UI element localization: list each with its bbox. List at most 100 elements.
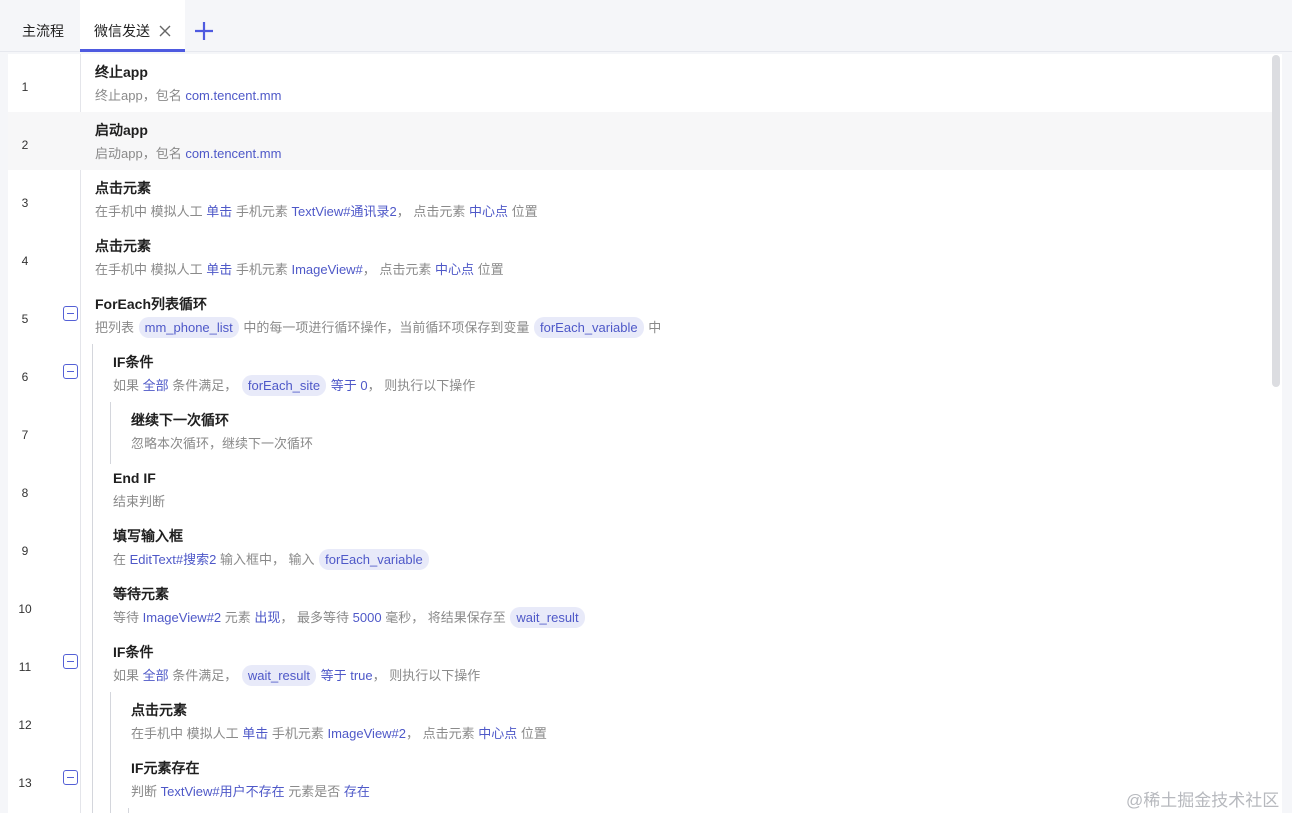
step-description: 在手机中 模拟人工 单击 手机元素 ImageView#， 点击元素 中心点 位…: [95, 258, 504, 282]
step-row[interactable]: 1 终止app 终止app，包名 com.tencent.mm: [8, 54, 1272, 112]
desc-text: 位置: [474, 262, 504, 277]
desc-text: ， 最多等待: [280, 610, 353, 625]
keyword-text: ImageView#: [291, 262, 363, 277]
desc-text: 中: [644, 320, 662, 335]
step-row[interactable]: 6 IF条件 如果 全部 条件满足， forEach_site 等于 0， 则执行以…: [8, 344, 1272, 402]
desc-text: ， 则执行以下操作: [367, 378, 476, 393]
line-number: 7: [21, 428, 29, 442]
step-title: 继续下一次循环: [131, 412, 229, 428]
collapse-icon[interactable]: [63, 770, 78, 785]
keyword-text: 中心点: [468, 204, 508, 219]
step-description: 在手机中 模拟人工 单击 手机元素 TextView#通讯录2， 点击元素 中心…: [95, 200, 538, 224]
desc-text: ， 点击元素: [396, 204, 469, 219]
step-row[interactable]: 9 填写输入框在 EditText#搜索2 输入框中， 输入 forEach_va…: [8, 518, 1272, 576]
desc-text: ， 点击元素: [362, 262, 436, 277]
step-row[interactable]: 7 继续下一次循环忽略本次循环，继续下一次循环: [8, 402, 1272, 460]
step-title: 填写输入框: [113, 528, 183, 544]
tab-label: 微信发送: [94, 23, 150, 39]
line-number: 5: [21, 312, 29, 326]
step-title: IF条件: [113, 644, 154, 660]
desc-text: 等待: [113, 610, 143, 625]
step-row[interactable]: 5 ForEach列表循环把列表 mm_phone_list 中的每一项进行循环操…: [8, 286, 1272, 344]
step-row[interactable]: 13 IF元素存在 判断 TextView#用户不存在 元素是否 存在: [8, 750, 1272, 808]
keyword-text: 单击: [206, 262, 233, 277]
flow-editor: 1 终止app 终止app，包名 com.tencent.mm 2 启动app 启动app…: [8, 54, 1282, 813]
step-title: 点击元素: [131, 702, 187, 718]
step-description: 启动app，包名 com.tencent.mm: [95, 142, 281, 166]
desc-text: 结束判断: [113, 494, 166, 509]
desc-text: 在手机中 模拟人工: [95, 204, 207, 219]
step-row[interactable]: 10 等待元素 等待 ImageView#2 元素 出现， 最多等待 5000 毫秒…: [8, 576, 1272, 634]
plus-icon[interactable]: [193, 20, 215, 42]
keyword-text: 等于 true: [317, 668, 373, 683]
step-content: 启动app 启动app，包名 com.tencent.mm: [95, 120, 281, 166]
step-row[interactable]: 8 End IF 结束判断: [8, 460, 1272, 518]
line-number: 13: [18, 776, 32, 790]
step-content: 继续下一次循环忽略本次循环，继续下一次循环: [131, 410, 313, 456]
step-title: 终止app: [95, 64, 148, 80]
step-description: 在 EditText#搜索2 输入框中， 输入 forEach_variable: [113, 548, 430, 572]
step-title: 启动app: [95, 122, 148, 138]
variable-chip[interactable]: mm_phone_list: [138, 317, 239, 338]
tab-wechat-send[interactable]: 微信发送: [80, 0, 185, 52]
vertical-scrollbar[interactable]: [1272, 55, 1280, 387]
step-content: 点击元素 在手机中 模拟人工 单击 手机元素 ImageView#2， 点击元素 …: [131, 700, 547, 746]
line-number: 11: [18, 660, 32, 674]
variable-chip[interactable]: wait_result: [510, 607, 585, 628]
keyword-text: 存在: [343, 784, 370, 799]
step-description: 忽略本次循环，继续下一次循环: [131, 432, 313, 456]
desc-text: 在手机中 模拟人工: [95, 262, 207, 277]
step-description: 把列表 mm_phone_list 中的每一项进行循环操作，当前循环项保存到变量…: [95, 316, 661, 340]
line-number: 10: [18, 602, 32, 616]
tab-bar: 主流程 微信发送: [0, 0, 1292, 52]
line-number: 8: [21, 486, 29, 500]
desc-text: 位置: [507, 204, 538, 219]
variable-chip[interactable]: wait_result: [241, 665, 317, 686]
step-title: 等待元素: [113, 586, 169, 602]
desc-text: 条件满足，: [168, 668, 241, 683]
step-content: 终止app 终止app，包名 com.tencent.mm: [95, 62, 281, 108]
tab-main-flow[interactable]: 主流程: [22, 0, 64, 50]
close-icon[interactable]: [158, 24, 172, 38]
desc-text: 在: [113, 552, 130, 567]
variable-chip[interactable]: forEach_variable: [534, 317, 644, 338]
step-title: ForEach列表循环: [95, 296, 208, 312]
line-number: 4: [21, 254, 29, 268]
step-description: 如果 全部 条件满足， forEach_site 等于 0， 则执行以下操作: [113, 374, 475, 398]
step-content: 点击元素 在手机中 模拟人工 单击 手机元素 ImageView#， 点击元素 中…: [95, 236, 504, 282]
collapse-icon[interactable]: [63, 654, 78, 669]
desc-text: 位置: [517, 726, 547, 741]
keyword-text: com.tencent.mm: [185, 88, 282, 103]
desc-text: 启动app，包名: [95, 146, 186, 161]
keyword-text: 中心点: [435, 262, 475, 277]
collapse-icon[interactable]: [63, 306, 78, 321]
desc-text: 条件满足，: [168, 378, 241, 393]
desc-text: 手机元素: [232, 262, 292, 277]
keyword-text: 出现: [254, 610, 281, 625]
step-row[interactable]: 2 启动app 启动app，包名 com.tencent.mm: [8, 112, 1272, 170]
desc-text: 元素是否: [284, 784, 344, 799]
keyword-text: TextView#用户不存在: [160, 784, 285, 799]
keyword-text: 单击: [242, 726, 269, 741]
desc-text: 判断: [131, 784, 161, 799]
collapse-icon[interactable]: [63, 364, 78, 379]
indent-guide: [92, 344, 93, 813]
variable-chip[interactable]: forEach_variable: [319, 549, 429, 570]
step-content: IF条件 如果 全部 条件满足， wait_result 等于 true， 则执行…: [113, 642, 480, 688]
step-description: 等待 ImageView#2 元素 出现， 最多等待 5000 毫秒， 将结果保…: [113, 606, 586, 630]
step-row[interactable]: 11 IF条件 如果 全部 条件满足， wait_result 等于 true， 则…: [8, 634, 1272, 692]
step-row[interactable]: 12 点击元素 在手机中 模拟人工 单击 手机元素 ImageView#2， 点击元…: [8, 692, 1272, 750]
desc-text: 元素: [221, 610, 255, 625]
step-row[interactable]: 3 点击元素 在手机中 模拟人工 单击 手机元素 TextView#通讯录2， 点击…: [8, 170, 1272, 228]
desc-text: 如果: [113, 668, 143, 683]
desc-text: 把列表: [95, 320, 138, 335]
desc-text: ， 点击元素: [406, 726, 479, 741]
step-title: End IF: [113, 470, 156, 486]
line-number: 1: [21, 80, 29, 94]
variable-chip[interactable]: forEach_site: [241, 375, 327, 396]
step-content: 填写输入框在 EditText#搜索2 输入框中， 输入 forEach_var…: [113, 526, 430, 572]
indent-guide: [128, 808, 129, 813]
desc-text: 终止app，包名: [95, 88, 186, 103]
line-number: 12: [18, 718, 32, 732]
step-row[interactable]: 4 点击元素 在手机中 模拟人工 单击 手机元素 ImageView#， 点击元素 …: [8, 228, 1272, 286]
